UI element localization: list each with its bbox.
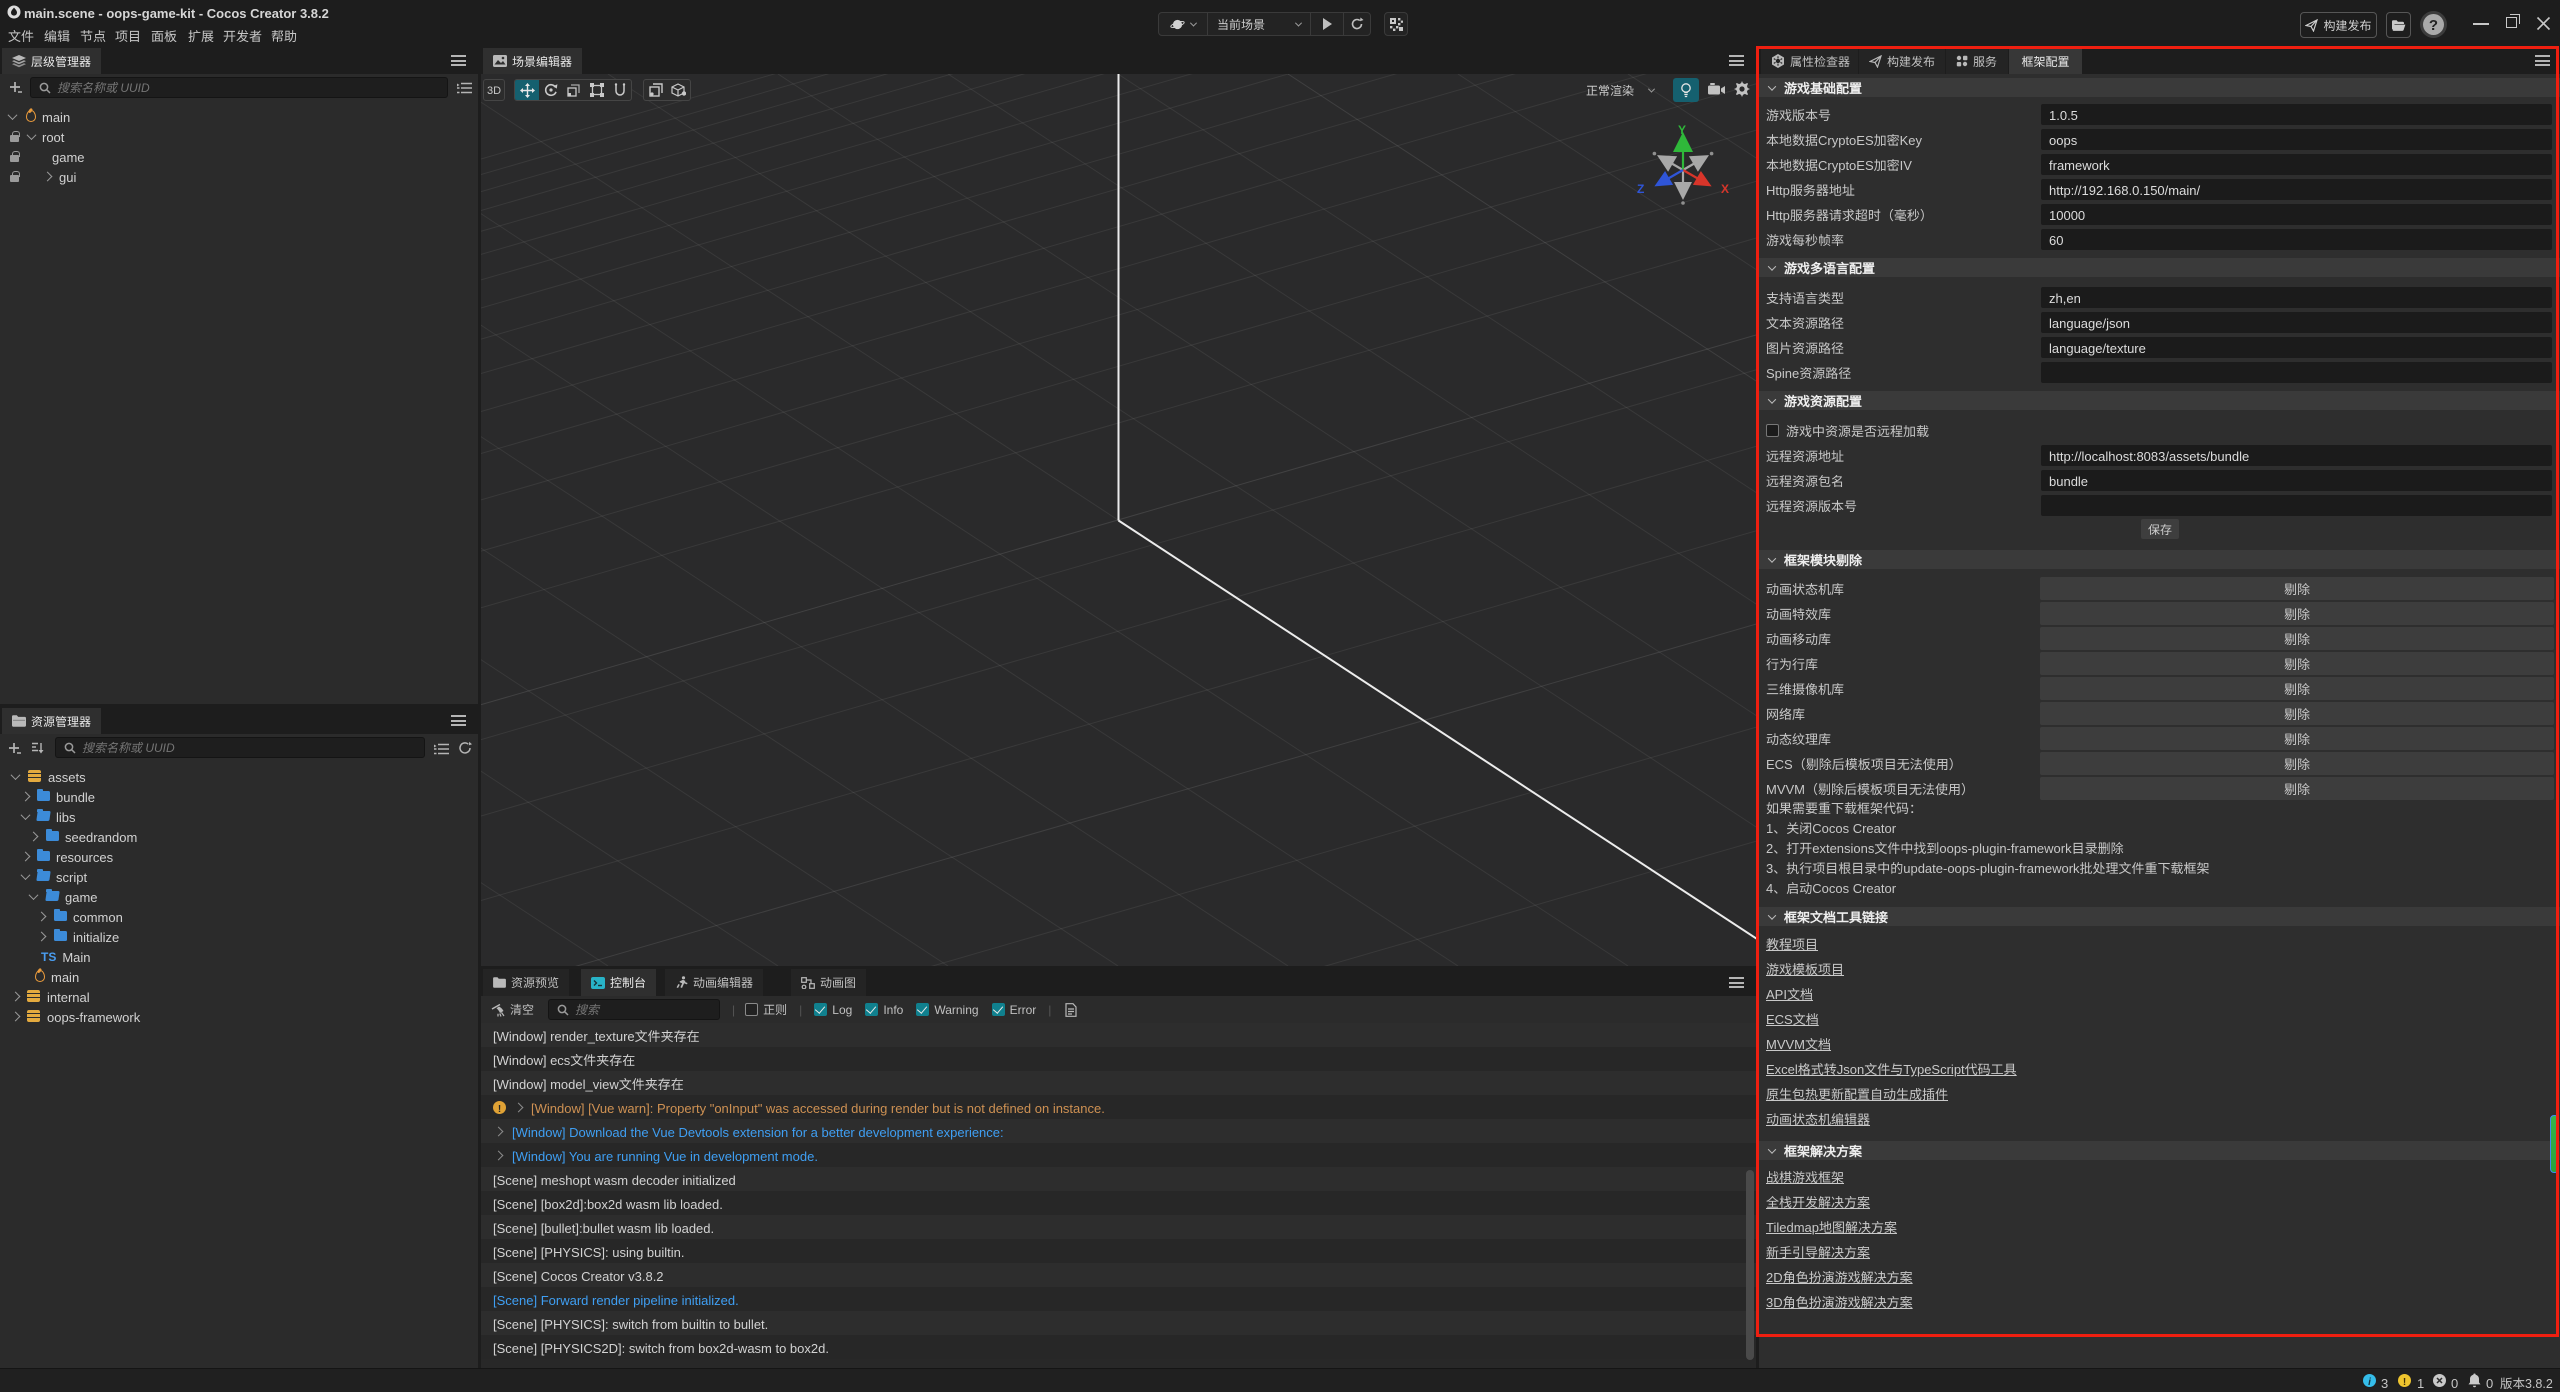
svg-text:Y: Y [1678, 122, 1686, 138]
svg-text:Z: Z [1637, 180, 1644, 197]
svg-text:X: X [1721, 180, 1729, 197]
